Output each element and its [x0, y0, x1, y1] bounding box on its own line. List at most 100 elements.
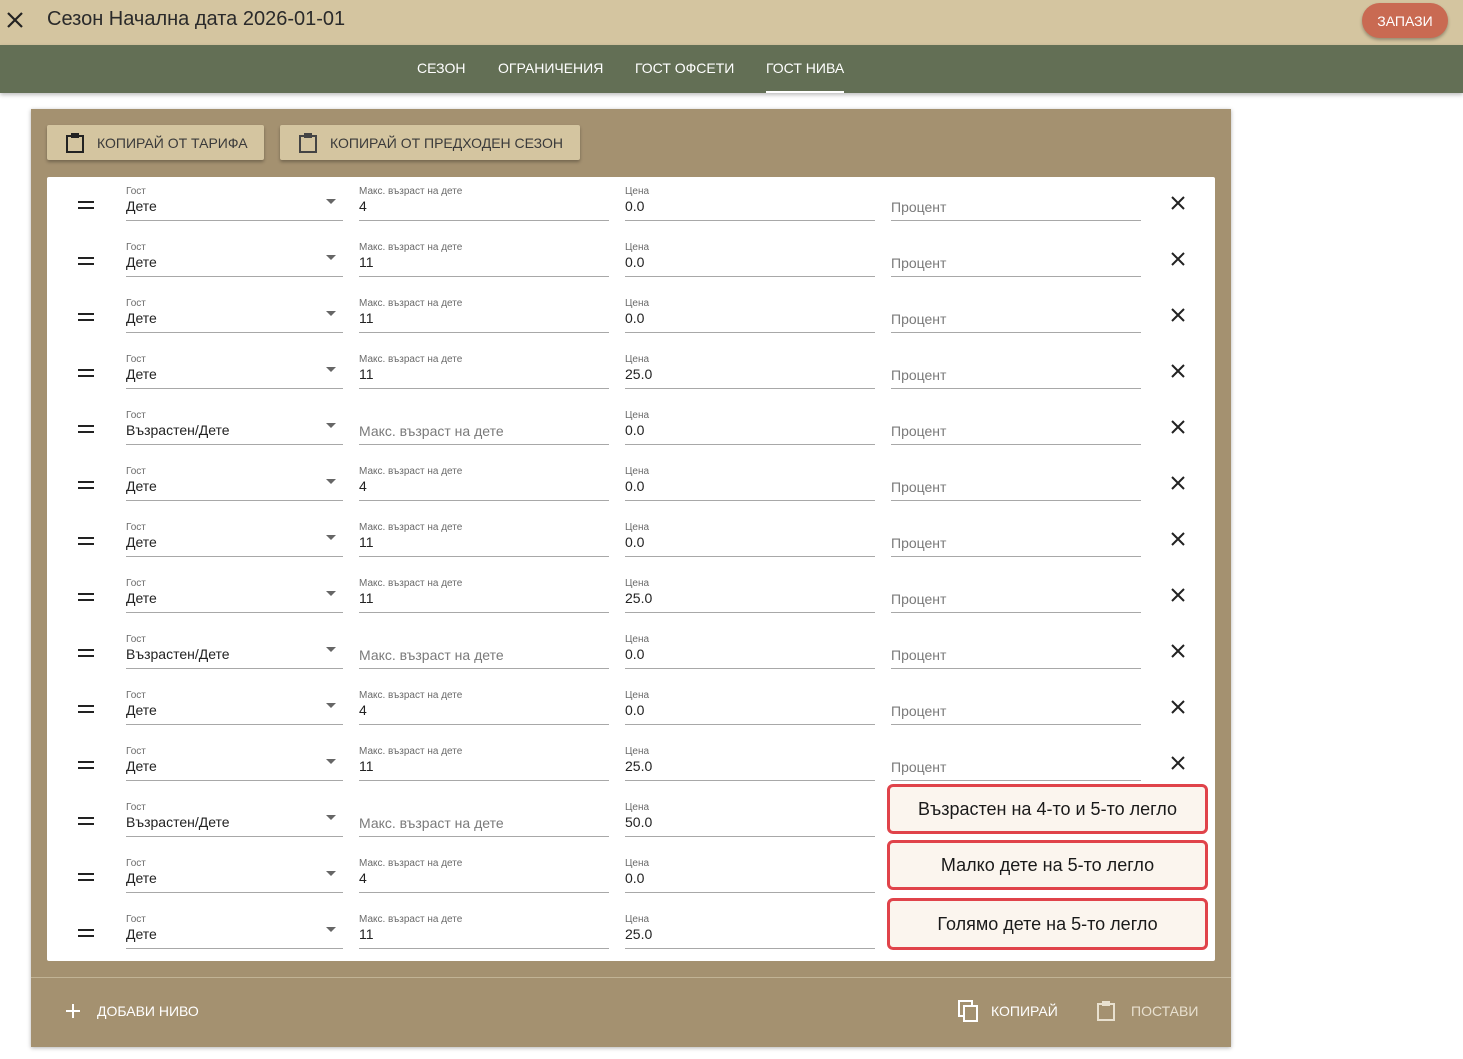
guest-select[interactable]: Гост Дете: [126, 242, 343, 277]
percent-input[interactable]: Процент: [891, 354, 1141, 389]
price-input[interactable]: Цена 0.0: [625, 242, 875, 277]
save-button[interactable]: ЗАПАЗИ: [1362, 3, 1448, 38]
drag-handle-icon[interactable]: [78, 817, 94, 825]
max-age-input[interactable]: Макс. възраст на дете 11: [359, 522, 609, 557]
remove-row-icon[interactable]: [1171, 588, 1185, 602]
max-age-input[interactable]: Макс. възраст на дете 4: [359, 186, 609, 221]
tab-restrictions[interactable]: ОГРАНИЧЕНИЯ: [498, 45, 603, 93]
guest-select[interactable]: Гост Дете: [126, 466, 343, 501]
price-input[interactable]: Цена 0.0: [625, 466, 875, 501]
drag-handle-icon[interactable]: [78, 313, 94, 321]
remove-row-icon[interactable]: [1171, 364, 1185, 378]
drag-handle-icon[interactable]: [78, 705, 94, 713]
max-age-input[interactable]: Макс. възраст на дете: [359, 802, 609, 837]
guest-select[interactable]: Гост Дете: [126, 354, 343, 389]
max-age-input[interactable]: Макс. възраст на дете 11: [359, 354, 609, 389]
remove-row-icon[interactable]: [1171, 196, 1185, 210]
price-input[interactable]: Цена 25.0: [625, 746, 875, 781]
price-input[interactable]: Цена 0.0: [625, 690, 875, 725]
percent-input[interactable]: Процент: [891, 298, 1141, 333]
max-age-input[interactable]: Макс. възраст на дете: [359, 634, 609, 669]
tab-guest-offsets[interactable]: ГОСТ ОФСЕТИ: [635, 45, 734, 93]
percent-input[interactable]: Процент: [891, 578, 1141, 613]
max-age-label: Макс. възраст на дете: [359, 690, 463, 701]
guest-level-row: Гост Дете Макс. възраст на дете 4 Цена 0…: [47, 457, 1215, 513]
max-age-input[interactable]: Макс. възраст на дете 11: [359, 298, 609, 333]
copy-button[interactable]: КОПИРАЙ: [957, 997, 1058, 1025]
drag-handle-icon[interactable]: [78, 929, 94, 937]
guest-label: Гост: [126, 466, 146, 477]
price-input[interactable]: Цена 0.0: [625, 522, 875, 557]
percent-input[interactable]: Процент: [891, 634, 1141, 669]
max-age-input[interactable]: Макс. възраст на дете 4: [359, 466, 609, 501]
percent-placeholder: Процент: [891, 591, 947, 607]
max-age-input[interactable]: Макс. възраст на дете 11: [359, 914, 609, 949]
price-input[interactable]: Цена 25.0: [625, 914, 875, 949]
remove-row-icon[interactable]: [1171, 756, 1185, 770]
max-age-input[interactable]: Макс. възраст на дете 4: [359, 690, 609, 725]
drag-handle-icon[interactable]: [78, 425, 94, 433]
price-input[interactable]: Цена 0.0: [625, 186, 875, 221]
close-icon[interactable]: [4, 8, 26, 32]
guest-select[interactable]: Гост Дете: [126, 746, 343, 781]
guest-select[interactable]: Гост Дете: [126, 298, 343, 333]
guest-select[interactable]: Гост Дете: [126, 186, 343, 221]
guest-select[interactable]: Гост Дете: [126, 914, 343, 949]
drag-handle-icon[interactable]: [78, 873, 94, 881]
price-input[interactable]: Цена 50.0: [625, 802, 875, 837]
tab-season[interactable]: СЕЗОН: [417, 45, 465, 93]
guest-select[interactable]: Гост Дете: [126, 858, 343, 893]
drag-handle-icon[interactable]: [78, 537, 94, 545]
price-input[interactable]: Цена 0.0: [625, 298, 875, 333]
drag-handle-icon[interactable]: [78, 761, 94, 769]
paste-button[interactable]: ПОСТАВИ: [1096, 997, 1198, 1025]
remove-row-icon[interactable]: [1171, 700, 1185, 714]
guest-select[interactable]: Гост Възрастен/Дете: [126, 802, 343, 837]
percent-input[interactable]: Процент: [891, 466, 1141, 501]
max-age-value: 11: [359, 926, 374, 942]
guest-select[interactable]: Гост Възрастен/Дете: [126, 410, 343, 445]
add-level-button[interactable]: ДОБАВИ НИВО: [65, 997, 199, 1025]
max-age-input[interactable]: Макс. възраст на дете: [359, 410, 609, 445]
copy-from-previous-season-button[interactable]: КОПИРАЙ ОТ ПРЕДХОДЕН СЕЗОН: [280, 125, 580, 160]
plus-icon: [66, 1004, 80, 1018]
max-age-input[interactable]: Макс. възраст на дете 11: [359, 746, 609, 781]
price-input[interactable]: Цена 0.0: [625, 634, 875, 669]
dropdown-arrow-icon: [326, 815, 336, 820]
remove-row-icon[interactable]: [1171, 476, 1185, 490]
remove-row-icon[interactable]: [1171, 532, 1185, 546]
max-age-label: Макс. възраст на дете: [359, 354, 463, 365]
guest-select[interactable]: Гост Възрастен/Дете: [126, 634, 343, 669]
percent-input[interactable]: Процент: [891, 690, 1141, 725]
max-age-input[interactable]: Макс. възраст на дете 11: [359, 578, 609, 613]
drag-handle-icon[interactable]: [78, 593, 94, 601]
max-age-input[interactable]: Макс. възраст на дете 4: [359, 858, 609, 893]
percent-input[interactable]: Процент: [891, 186, 1141, 221]
remove-row-icon[interactable]: [1171, 644, 1185, 658]
guest-select[interactable]: Гост Дете: [126, 690, 343, 725]
drag-handle-icon[interactable]: [78, 369, 94, 377]
guest-level-row: Гост Дете Макс. възраст на дете 11 Цена …: [47, 233, 1215, 289]
price-label: Цена: [625, 634, 650, 645]
guest-select[interactable]: Гост Дете: [126, 522, 343, 557]
price-input[interactable]: Цена 25.0: [625, 354, 875, 389]
drag-handle-icon[interactable]: [78, 649, 94, 657]
tab-guest-levels[interactable]: ГОСТ НИВА: [766, 45, 845, 93]
percent-input[interactable]: Процент: [891, 242, 1141, 277]
drag-handle-icon[interactable]: [78, 481, 94, 489]
copy-from-tariff-button[interactable]: КОПИРАЙ ОТ ТАРИФА: [47, 125, 264, 160]
price-input[interactable]: Цена 0.0: [625, 410, 875, 445]
drag-handle-icon[interactable]: [78, 201, 94, 209]
percent-input[interactable]: Процент: [891, 522, 1141, 557]
price-input[interactable]: Цена 0.0: [625, 858, 875, 893]
price-input[interactable]: Цена 25.0: [625, 578, 875, 613]
remove-row-icon[interactable]: [1171, 252, 1185, 266]
max-age-input[interactable]: Макс. възраст на дете 11: [359, 242, 609, 277]
remove-row-icon[interactable]: [1171, 308, 1185, 322]
drag-handle-icon[interactable]: [78, 257, 94, 265]
percent-input[interactable]: Процент: [891, 746, 1141, 781]
guest-select[interactable]: Гост Дете: [126, 578, 343, 613]
dropdown-arrow-icon: [326, 423, 336, 428]
remove-row-icon[interactable]: [1171, 420, 1185, 434]
percent-input[interactable]: Процент: [891, 410, 1141, 445]
